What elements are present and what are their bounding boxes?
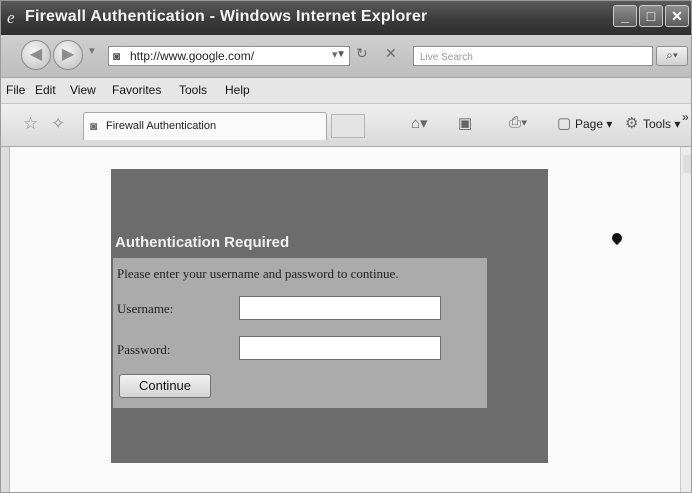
toolbar-overflow-icon[interactable]: » [682, 110, 689, 124]
menu-file[interactable]: File [6, 83, 25, 97]
search-box[interactable] [413, 46, 653, 67]
tools-menu-label: Tools [643, 117, 672, 131]
authentication-panel: Authentication Required Please enter you… [111, 169, 548, 463]
tab-favicon-icon: ◙ [90, 119, 98, 133]
address-toolbar: ◀ ▶ ▼ ◙ http://www.google.com/ ▼ ▾ ↻ ✕ ⌕… [1, 35, 691, 78]
address-menu-icon[interactable]: ▾ [332, 48, 338, 61]
refresh-icon[interactable]: ↻ [356, 45, 368, 62]
menu-edit[interactable]: Edit [35, 83, 56, 97]
maximize-button[interactable]: □ [639, 5, 663, 27]
gear-icon[interactable]: ⚙ [625, 114, 638, 132]
tab-title: Firewall Authentication [106, 120, 217, 132]
title-bar: e Firewall Authentication - Windows Inte… [1, 1, 691, 35]
search-icon: ⌕▾ [666, 48, 678, 62]
ie-logo-icon: e [7, 8, 15, 27]
scrollbar-grip[interactable] [683, 155, 691, 173]
search-button[interactable]: ⌕▾ [656, 46, 688, 66]
address-field[interactable]: ◙ http://www.google.com/ ▼ [108, 46, 350, 66]
menu-tools[interactable]: Tools [179, 83, 207, 97]
favorites-star-icon[interactable]: ☆ [23, 114, 38, 134]
search-input[interactable] [418, 48, 622, 67]
menu-help[interactable]: Help [225, 83, 250, 97]
login-prompt: Please enter your username and password … [117, 266, 399, 281]
password-field[interactable] [239, 336, 441, 360]
forward-button[interactable]: ▶ [53, 40, 83, 70]
page-menu-label: Page [575, 117, 604, 131]
add-favorite-icon[interactable]: ✧ [51, 114, 65, 134]
menu-view[interactable]: View [70, 83, 96, 97]
print-icon[interactable]: ⎙▾ [509, 114, 527, 131]
back-arrow-icon: ◀ [29, 46, 43, 63]
vertical-scrollbar[interactable] [680, 147, 691, 492]
address-url[interactable]: http://www.google.com/ [130, 49, 254, 63]
command-bar: ☆ ✧ ◙ Firewall Authentication ⌂▾ ▣ ⎙▾ ▢ … [1, 104, 691, 147]
auth-heading: Authentication Required [115, 234, 290, 251]
window-title: Firewall Authentication - Windows Intern… [25, 8, 428, 25]
forward-arrow-icon: ▶ [61, 46, 75, 63]
menu-bar: File Edit View Favorites Tools Help [1, 78, 691, 104]
close-button[interactable]: ✕ [665, 5, 689, 27]
home-icon[interactable]: ⌂▾ [411, 114, 428, 132]
username-field[interactable] [239, 296, 441, 320]
page-favicon-icon: ◙ [113, 49, 121, 63]
menu-favorites[interactable]: Favorites [112, 83, 161, 97]
page-icon[interactable]: ▢ [557, 114, 571, 132]
browser-window: e Firewall Authentication - Windows Inte… [0, 0, 692, 493]
username-label: Username: [117, 301, 174, 316]
login-form: Please enter your username and password … [113, 258, 487, 408]
page-menu[interactable]: Page ▾ [575, 117, 612, 131]
feeds-icon[interactable]: ▣ [458, 114, 472, 132]
history-dropdown-icon[interactable]: ▼ [87, 46, 97, 57]
password-label: Password: [117, 342, 171, 357]
stop-icon[interactable]: ✕ [385, 45, 397, 62]
minimize-button[interactable]: _ [613, 5, 637, 27]
left-frame-border [1, 147, 10, 492]
tools-menu[interactable]: Tools ▾ [643, 117, 680, 131]
back-button[interactable]: ◀ [21, 40, 51, 70]
tab-firewall-authentication[interactable]: ◙ Firewall Authentication [83, 112, 327, 140]
continue-button[interactable]: Continue [119, 374, 211, 398]
new-tab-button[interactable] [331, 114, 365, 138]
